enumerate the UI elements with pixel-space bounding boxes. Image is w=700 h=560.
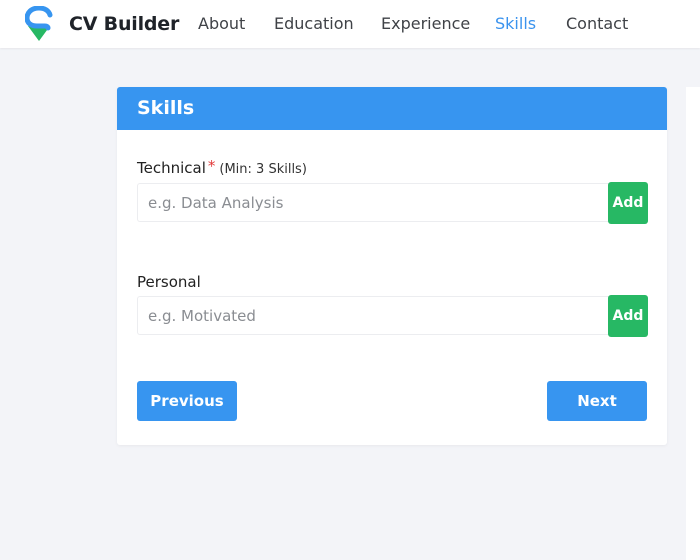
next-button[interactable]: Next — [547, 381, 647, 421]
brand-name: CV Builder — [69, 13, 180, 35]
nav-link-education[interactable]: Education — [274, 14, 354, 33]
nav-link-experience[interactable]: Experience — [381, 14, 470, 33]
technical-label-text: Technical — [137, 159, 206, 177]
skills-card-title: Skills — [137, 97, 195, 119]
brand-link[interactable]: CV Builder — [25, 6, 179, 42]
technical-skill-input[interactable] — [137, 183, 609, 222]
top-navbar: CV Builder About Education Experience Sk… — [0, 0, 700, 48]
technical-min-hint: (Min: 3 Skills) — [219, 162, 307, 177]
technical-label: Technical * (Min: 3 Skills) — [137, 157, 307, 177]
personal-label-text: Personal — [137, 273, 201, 291]
adjacent-panel-edge — [686, 87, 700, 560]
nav-link-contact[interactable]: Contact — [566, 14, 628, 33]
personal-label: Personal — [137, 273, 201, 291]
previous-button[interactable]: Previous — [137, 381, 237, 421]
brand-logo-icon — [25, 6, 53, 41]
nav-link-skills[interactable]: Skills — [495, 14, 536, 33]
nav-link-about[interactable]: About — [198, 14, 245, 33]
skills-card-header: Skills — [117, 87, 667, 130]
skills-card: Skills Technical*(Min: 3 Skills) Add Per… — [117, 87, 667, 445]
required-marker: * — [207, 157, 216, 175]
add-technical-skill-button[interactable]: Add — [608, 182, 648, 224]
add-personal-skill-button[interactable]: Add — [608, 295, 648, 337]
personal-skill-input[interactable] — [137, 296, 609, 335]
